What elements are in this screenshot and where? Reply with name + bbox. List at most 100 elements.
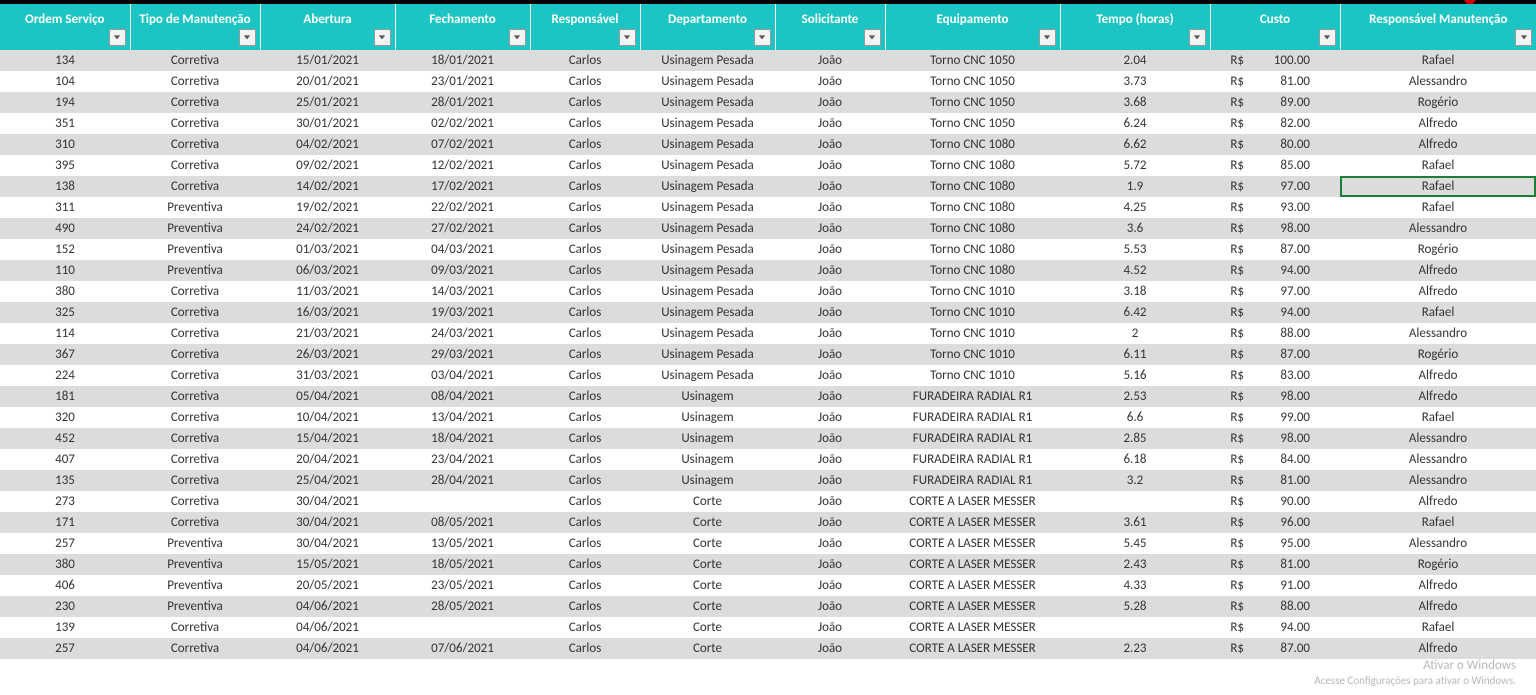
table-row[interactable]: 325Corretiva16/03/202119/03/2021CarlosUs… xyxy=(0,302,1536,323)
cell-tempo[interactable]: 6.6 xyxy=(1060,407,1210,428)
table-row[interactable]: 395Corretiva09/02/202112/02/2021CarlosUs… xyxy=(0,155,1536,176)
cell-os[interactable]: 114 xyxy=(0,323,130,344)
cell-tipo[interactable]: Preventiva xyxy=(130,218,260,239)
cell-custo[interactable]: 88.00 xyxy=(1250,323,1340,344)
cell-equip[interactable]: Torno CNC 1010 xyxy=(885,365,1060,386)
cell-resp[interactable]: Carlos xyxy=(530,197,640,218)
cell-custo[interactable]: 81.00 xyxy=(1250,554,1340,575)
table-row[interactable]: 104Corretiva20/01/202123/01/2021CarlosUs… xyxy=(0,71,1536,92)
cell-currency[interactable]: R$ xyxy=(1210,344,1250,365)
cell-os[interactable]: 380 xyxy=(0,554,130,575)
cell-currency[interactable]: R$ xyxy=(1210,134,1250,155)
cell-os[interactable]: 110 xyxy=(0,260,130,281)
cell-custo[interactable]: 100.00 xyxy=(1250,50,1340,71)
cell-solic[interactable]: João xyxy=(775,197,885,218)
cell-resp[interactable]: Carlos xyxy=(530,533,640,554)
cell-abertura[interactable]: 11/03/2021 xyxy=(260,281,395,302)
cell-depto[interactable]: Usinagem Pesada xyxy=(640,176,775,197)
cell-currency[interactable]: R$ xyxy=(1210,218,1250,239)
cell-resp[interactable]: Carlos xyxy=(530,344,640,365)
cell-custo[interactable]: 87.00 xyxy=(1250,638,1340,659)
cell-respman[interactable]: Rafael xyxy=(1340,176,1536,197)
table-row[interactable]: 257Corretiva04/06/202107/06/2021CarlosCo… xyxy=(0,638,1536,659)
filter-dropdown-icon[interactable] xyxy=(374,29,391,46)
cell-currency[interactable]: R$ xyxy=(1210,365,1250,386)
cell-abertura[interactable]: 30/04/2021 xyxy=(260,533,395,554)
cell-os[interactable]: 134 xyxy=(0,50,130,71)
table-row[interactable]: 194Corretiva25/01/202128/01/2021CarlosUs… xyxy=(0,92,1536,113)
cell-tipo[interactable]: Preventiva xyxy=(130,260,260,281)
cell-solic[interactable]: João xyxy=(775,71,885,92)
cell-tempo[interactable]: 2.43 xyxy=(1060,554,1210,575)
cell-respman[interactable]: Rafael xyxy=(1340,512,1536,533)
cell-custo[interactable]: 84.00 xyxy=(1250,449,1340,470)
cell-os[interactable]: 406 xyxy=(0,575,130,596)
cell-depto[interactable]: Usinagem xyxy=(640,407,775,428)
cell-respman[interactable]: Alfredo xyxy=(1340,491,1536,512)
cell-respman[interactable]: Alfredo xyxy=(1340,113,1536,134)
cell-resp[interactable]: Carlos xyxy=(530,260,640,281)
filter-dropdown-icon[interactable] xyxy=(864,29,881,46)
cell-respman[interactable]: Rogério xyxy=(1340,239,1536,260)
table-row[interactable]: 311Preventiva19/02/202122/02/2021CarlosU… xyxy=(0,197,1536,218)
cell-custo[interactable]: 94.00 xyxy=(1250,302,1340,323)
cell-fechamento[interactable]: 02/02/2021 xyxy=(395,113,530,134)
table-row[interactable]: 490Preventiva24/02/202127/02/2021CarlosU… xyxy=(0,218,1536,239)
cell-currency[interactable]: R$ xyxy=(1210,449,1250,470)
cell-resp[interactable]: Carlos xyxy=(530,575,640,596)
table-row[interactable]: 310Corretiva04/02/202107/02/2021CarlosUs… xyxy=(0,134,1536,155)
cell-fechamento[interactable]: 18/04/2021 xyxy=(395,428,530,449)
filter-dropdown-icon[interactable] xyxy=(1515,29,1532,46)
cell-depto[interactable]: Usinagem Pesada xyxy=(640,50,775,71)
cell-depto[interactable]: Corte xyxy=(640,575,775,596)
cell-depto[interactable]: Corte xyxy=(640,554,775,575)
cell-respman[interactable]: Alessandro xyxy=(1340,323,1536,344)
cell-currency[interactable]: R$ xyxy=(1210,575,1250,596)
cell-custo[interactable]: 85.00 xyxy=(1250,155,1340,176)
cell-resp[interactable]: Carlos xyxy=(530,281,640,302)
cell-currency[interactable]: R$ xyxy=(1210,197,1250,218)
cell-solic[interactable]: João xyxy=(775,92,885,113)
cell-solic[interactable]: João xyxy=(775,281,885,302)
cell-respman[interactable]: Rafael xyxy=(1340,407,1536,428)
cell-equip[interactable]: Torno CNC 1050 xyxy=(885,50,1060,71)
header-depto[interactable]: Departamento xyxy=(640,4,775,50)
cell-tempo[interactable]: 3.73 xyxy=(1060,71,1210,92)
cell-equip[interactable]: FURADEIRA RADIAL R1 xyxy=(885,407,1060,428)
table-row[interactable]: 110Preventiva06/03/202109/03/2021CarlosU… xyxy=(0,260,1536,281)
cell-depto[interactable]: Usinagem Pesada xyxy=(640,323,775,344)
table-row[interactable]: 134Corretiva15/01/202118/01/2021CarlosUs… xyxy=(0,50,1536,71)
cell-respman[interactable]: Alfredo xyxy=(1340,638,1536,659)
cell-depto[interactable]: Usinagem Pesada xyxy=(640,302,775,323)
cell-tipo[interactable]: Corretiva xyxy=(130,281,260,302)
table-row[interactable]: 380Preventiva15/05/202118/05/2021CarlosC… xyxy=(0,554,1536,575)
cell-fechamento[interactable]: 17/02/2021 xyxy=(395,176,530,197)
cell-custo[interactable]: 95.00 xyxy=(1250,533,1340,554)
cell-respman[interactable]: Rogério xyxy=(1340,554,1536,575)
cell-tempo[interactable]: 3.61 xyxy=(1060,512,1210,533)
cell-resp[interactable]: Carlos xyxy=(530,155,640,176)
cell-equip[interactable]: Torno CNC 1010 xyxy=(885,344,1060,365)
cell-equip[interactable]: FURADEIRA RADIAL R1 xyxy=(885,428,1060,449)
cell-tempo[interactable]: 2 xyxy=(1060,323,1210,344)
cell-resp[interactable]: Carlos xyxy=(530,428,640,449)
cell-depto[interactable]: Usinagem Pesada xyxy=(640,239,775,260)
cell-respman[interactable]: Alessandro xyxy=(1340,71,1536,92)
cell-tipo[interactable]: Preventiva xyxy=(130,554,260,575)
cell-equip[interactable]: CORTE A LASER MESSER xyxy=(885,512,1060,533)
cell-depto[interactable]: Corte xyxy=(640,533,775,554)
cell-resp[interactable]: Carlos xyxy=(530,365,640,386)
cell-respman[interactable]: Rafael xyxy=(1340,302,1536,323)
cell-fechamento[interactable]: 23/05/2021 xyxy=(395,575,530,596)
cell-tipo[interactable]: Corretiva xyxy=(130,491,260,512)
cell-custo[interactable]: 90.00 xyxy=(1250,491,1340,512)
cell-tipo[interactable]: Corretiva xyxy=(130,323,260,344)
cell-respman[interactable]: Rafael xyxy=(1340,197,1536,218)
cell-abertura[interactable]: 24/02/2021 xyxy=(260,218,395,239)
cell-custo[interactable]: 91.00 xyxy=(1250,575,1340,596)
cell-tempo[interactable]: 2.04 xyxy=(1060,50,1210,71)
cell-currency[interactable]: R$ xyxy=(1210,92,1250,113)
cell-fechamento[interactable]: 22/02/2021 xyxy=(395,197,530,218)
table-row[interactable]: 152Preventiva01/03/202104/03/2021CarlosU… xyxy=(0,239,1536,260)
header-tempo[interactable]: Tempo (horas) xyxy=(1060,4,1210,50)
